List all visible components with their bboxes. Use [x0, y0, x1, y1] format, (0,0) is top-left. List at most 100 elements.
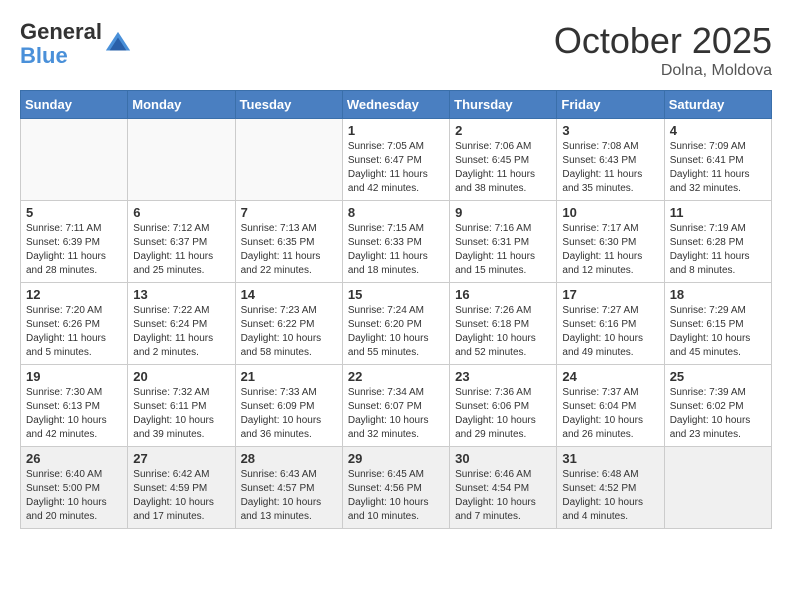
calendar-cell: 30Sunrise: 6:46 AM Sunset: 4:54 PM Dayli…	[450, 447, 557, 529]
calendar-cell	[235, 119, 342, 201]
calendar-cell: 2 Sunrise: 7:06 AM Sunset: 6:45 PM Daylig…	[450, 119, 557, 201]
calendar-cell	[664, 447, 771, 529]
day-info: Sunrise: 6:43 AM Sunset: 4:57 PM Dayligh…	[241, 468, 337, 524]
day-info: Sunrise: 7:19 AM Sunset: 6:28 PM Dayligh…	[670, 222, 766, 278]
calendar-cell: 27Sunrise: 6:42 AM Sunset: 4:59 PM Dayli…	[128, 447, 235, 529]
weekday-header: Tuesday	[235, 91, 342, 119]
day-number: 8	[348, 205, 444, 220]
day-info: Sunrise: 7:23 AM Sunset: 6:22 PM Dayligh…	[241, 304, 337, 360]
day-number: 13	[133, 287, 229, 302]
calendar-cell: 13 Sunrise: 7:22 AM Sunset: 6:24 PM Dayli…	[128, 283, 235, 365]
day-number: 18	[670, 287, 766, 302]
day-info: Sunrise: 7:11 AM Sunset: 6:39 PM Dayligh…	[26, 222, 122, 278]
calendar-cell: 15 Sunrise: 7:24 AM Sunset: 6:20 PM Dayli…	[342, 283, 449, 365]
calendar-cell: 9 Sunrise: 7:16 AM Sunset: 6:31 PM Daylig…	[450, 201, 557, 283]
day-number: 12	[26, 287, 122, 302]
day-info: Sunrise: 7:17 AM Sunset: 6:30 PM Dayligh…	[562, 222, 658, 278]
day-number: 15	[348, 287, 444, 302]
day-number: 24	[562, 369, 658, 384]
day-number: 21	[241, 369, 337, 384]
month-title: October 2025	[554, 20, 772, 62]
day-info: Sunrise: 7:34 AM Sunset: 6:07 PM Dayligh…	[348, 386, 444, 442]
logo-blue: Blue	[20, 43, 68, 68]
calendar-cell: 1 Sunrise: 7:05 AM Sunset: 6:47 PM Daylig…	[342, 119, 449, 201]
day-number: 11	[670, 205, 766, 220]
weekday-header: Saturday	[664, 91, 771, 119]
calendar-cell: 25 Sunrise: 7:39 AM Sunset: 6:02 PM Dayli…	[664, 365, 771, 447]
day-info: Sunrise: 7:30 AM Sunset: 6:13 PM Dayligh…	[26, 386, 122, 442]
day-number: 31	[562, 451, 658, 466]
day-info: Sunrise: 7:16 AM Sunset: 6:31 PM Dayligh…	[455, 222, 551, 278]
day-number: 5	[26, 205, 122, 220]
weekday-header: Friday	[557, 91, 664, 119]
location: Dolna, Moldova	[554, 62, 772, 80]
day-number: 29	[348, 451, 444, 466]
day-number: 10	[562, 205, 658, 220]
day-number: 22	[348, 369, 444, 384]
weekday-header: Wednesday	[342, 91, 449, 119]
page-header: GeneralBlue October 2025 Dolna, Moldova	[20, 20, 772, 80]
day-info: Sunrise: 7:08 AM Sunset: 6:43 PM Dayligh…	[562, 140, 658, 196]
calendar-cell: 24Sunrise: 7:37 AM Sunset: 6:04 PM Dayli…	[557, 365, 664, 447]
day-info: Sunrise: 7:05 AM Sunset: 6:47 PM Dayligh…	[348, 140, 444, 196]
calendar-cell: 16 Sunrise: 7:26 AM Sunset: 6:18 PM Dayli…	[450, 283, 557, 365]
day-number: 28	[241, 451, 337, 466]
calendar-cell	[128, 119, 235, 201]
calendar-cell: 6 Sunrise: 7:12 AM Sunset: 6:37 PM Daylig…	[128, 201, 235, 283]
day-number: 25	[670, 369, 766, 384]
weekday-header-row: SundayMondayTuesdayWednesdayThursdayFrid…	[21, 91, 772, 119]
calendar-cell: 31 Sunrise: 6:48 AM Sunset: 4:52 PM Dayli…	[557, 447, 664, 529]
day-info: Sunrise: 6:40 AM Sunset: 5:00 PM Dayligh…	[26, 468, 122, 524]
calendar-cell: 10 Sunrise: 7:17 AM Sunset: 6:30 PM Dayli…	[557, 201, 664, 283]
calendar-cell: 29 Sunrise: 6:45 AM Sunset: 4:56 PM Dayli…	[342, 447, 449, 529]
calendar-cell: 28 Sunrise: 6:43 AM Sunset: 4:57 PM Dayli…	[235, 447, 342, 529]
day-info: Sunrise: 7:12 AM Sunset: 6:37 PM Dayligh…	[133, 222, 229, 278]
day-info: Sunrise: 7:09 AM Sunset: 6:41 PM Dayligh…	[670, 140, 766, 196]
day-number: 9	[455, 205, 551, 220]
day-info: Sunrise: 7:06 AM Sunset: 6:45 PM Dayligh…	[455, 140, 551, 196]
day-number: 2	[455, 123, 551, 138]
calendar-week-row: 26 Sunrise: 6:40 AM Sunset: 5:00 PM Dayli…	[21, 447, 772, 529]
day-number: 3	[562, 123, 658, 138]
calendar-cell: 20 Sunrise: 7:32 AM Sunset: 6:11 PM Dayli…	[128, 365, 235, 447]
day-info: Sunrise: 7:15 AM Sunset: 6:33 PM Dayligh…	[348, 222, 444, 278]
day-info: Sunrise: 7:32 AM Sunset: 6:11 PM Dayligh…	[133, 386, 229, 442]
day-number: 17	[562, 287, 658, 302]
calendar-cell: 14 Sunrise: 7:23 AM Sunset: 6:22 PM Dayli…	[235, 283, 342, 365]
day-info: Sunrise: 7:20 AM Sunset: 6:26 PM Dayligh…	[26, 304, 122, 360]
calendar-cell: 17 Sunrise: 7:27 AM Sunset: 6:16 PM Dayli…	[557, 283, 664, 365]
day-info: Sunrise: 6:45 AM Sunset: 4:56 PM Dayligh…	[348, 468, 444, 524]
day-info: Sunrise: 7:39 AM Sunset: 6:02 PM Dayligh…	[670, 386, 766, 442]
day-number: 6	[133, 205, 229, 220]
calendar-table: SundayMondayTuesdayWednesdayThursdayFrid…	[20, 90, 772, 529]
calendar-cell: 4 Sunrise: 7:09 AM Sunset: 6:41 PM Daylig…	[664, 119, 771, 201]
weekday-header: Sunday	[21, 91, 128, 119]
day-number: 16	[455, 287, 551, 302]
day-number: 14	[241, 287, 337, 302]
title-area: October 2025 Dolna, Moldova	[554, 20, 772, 80]
day-info: Sunrise: 7:26 AM Sunset: 6:18 PM Dayligh…	[455, 304, 551, 360]
day-info: Sunrise: 7:36 AM Sunset: 6:06 PM Dayligh…	[455, 386, 551, 442]
day-number: 20	[133, 369, 229, 384]
day-number: 26	[26, 451, 122, 466]
calendar-cell: 7Sunrise: 7:13 AM Sunset: 6:35 PM Daylig…	[235, 201, 342, 283]
day-info: Sunrise: 7:27 AM Sunset: 6:16 PM Dayligh…	[562, 304, 658, 360]
day-number: 1	[348, 123, 444, 138]
day-info: Sunrise: 7:24 AM Sunset: 6:20 PM Dayligh…	[348, 304, 444, 360]
calendar-week-row: 19Sunrise: 7:30 AM Sunset: 6:13 PM Dayli…	[21, 365, 772, 447]
day-info: Sunrise: 7:29 AM Sunset: 6:15 PM Dayligh…	[670, 304, 766, 360]
weekday-header: Thursday	[450, 91, 557, 119]
day-info: Sunrise: 6:48 AM Sunset: 4:52 PM Dayligh…	[562, 468, 658, 524]
day-info: Sunrise: 6:42 AM Sunset: 4:59 PM Dayligh…	[133, 468, 229, 524]
calendar-cell: 3 Sunrise: 7:08 AM Sunset: 6:43 PM Daylig…	[557, 119, 664, 201]
calendar-cell: 26 Sunrise: 6:40 AM Sunset: 5:00 PM Dayli…	[21, 447, 128, 529]
calendar-cell: 11 Sunrise: 7:19 AM Sunset: 6:28 PM Dayli…	[664, 201, 771, 283]
calendar-week-row: 1 Sunrise: 7:05 AM Sunset: 6:47 PM Daylig…	[21, 119, 772, 201]
logo-icon	[104, 30, 132, 58]
day-info: Sunrise: 7:13 AM Sunset: 6:35 PM Dayligh…	[241, 222, 337, 278]
day-info: Sunrise: 7:22 AM Sunset: 6:24 PM Dayligh…	[133, 304, 229, 360]
logo-text: GeneralBlue	[20, 20, 102, 68]
logo: GeneralBlue	[20, 20, 132, 68]
calendar-cell: 19Sunrise: 7:30 AM Sunset: 6:13 PM Dayli…	[21, 365, 128, 447]
day-number: 4	[670, 123, 766, 138]
